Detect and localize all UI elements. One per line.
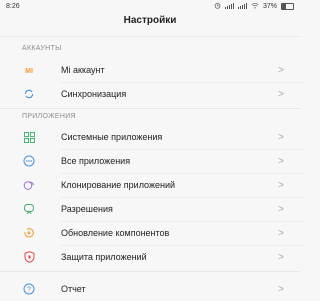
battery-icon [281, 2, 294, 10]
chevron-right-icon: > [278, 88, 284, 100]
shield-icon [22, 250, 36, 264]
group-divider [0, 108, 300, 109]
update-icon [22, 226, 36, 240]
status-icons: 37% [214, 2, 294, 11]
signal-icon [224, 3, 234, 9]
status-bar: 8:26 37% [0, 0, 300, 12]
battery-percent: 37% [262, 2, 277, 10]
settings-item-system-apps[interactable]: Системные приложения > [0, 125, 300, 149]
settings-item-label: Отчет [61, 284, 86, 294]
svg-text:?: ? [27, 287, 31, 294]
apps-icon [22, 154, 36, 168]
settings-item-label: Обновление компонентов [61, 228, 170, 238]
settings-item-label: Клонирование приложений [61, 180, 176, 190]
page-title: Настройки [123, 15, 177, 26]
sync-icon [22, 87, 36, 101]
settings-item-label: Разрешения [61, 204, 113, 214]
settings-item-label: Все приложения [61, 156, 131, 166]
wifi-icon [251, 2, 259, 11]
chevron-right-icon: > [278, 179, 284, 191]
chevron-right-icon: > [278, 203, 284, 215]
signal-icon-2 [237, 3, 247, 9]
chevron-right-icon: > [278, 283, 284, 295]
alarm-icon [214, 2, 221, 11]
settings-item-app-protection[interactable]: Защита приложений > [0, 245, 300, 269]
mi-logo-icon: MI [22, 63, 36, 77]
status-time: 8:26 [6, 2, 20, 10]
permissions-icon [22, 202, 36, 216]
section-apps-label: ПРИЛОЖЕНИЯ [22, 113, 76, 120]
settings-item-label: Синхронизация [61, 89, 127, 99]
header-divider [0, 36, 300, 37]
chevron-right-icon: > [278, 155, 284, 167]
settings-item-sync[interactable]: Синхронизация > [0, 82, 300, 106]
settings-item-component-update[interactable]: Обновление компонентов > [0, 221, 300, 245]
settings-item-clone-apps[interactable]: Клонирование приложений > [0, 173, 300, 197]
help-icon: ? [22, 282, 36, 296]
chevron-right-icon: > [278, 227, 284, 239]
chevron-right-icon: > [278, 251, 284, 263]
chevron-right-icon: > [278, 131, 284, 143]
section-accounts-label: АККАУНТЫ [22, 45, 62, 52]
chevron-right-icon: > [278, 64, 284, 76]
settings-item-mi-account[interactable]: MI Mi аккаунт > [0, 58, 300, 82]
settings-item-all-apps[interactable]: Все приложения > [0, 149, 300, 173]
clone-icon [22, 178, 36, 192]
grid-icon [22, 130, 36, 144]
settings-item-report[interactable]: ? Отчет > [0, 277, 300, 301]
settings-item-label: Системные приложения [61, 132, 163, 142]
settings-item-permissions[interactable]: Разрешения > [0, 197, 300, 221]
settings-item-label: Защита приложений [61, 252, 147, 262]
settings-item-label: Mi аккаунт [61, 65, 105, 75]
group-divider [0, 271, 300, 272]
svg-text:MI: MI [25, 68, 33, 74]
